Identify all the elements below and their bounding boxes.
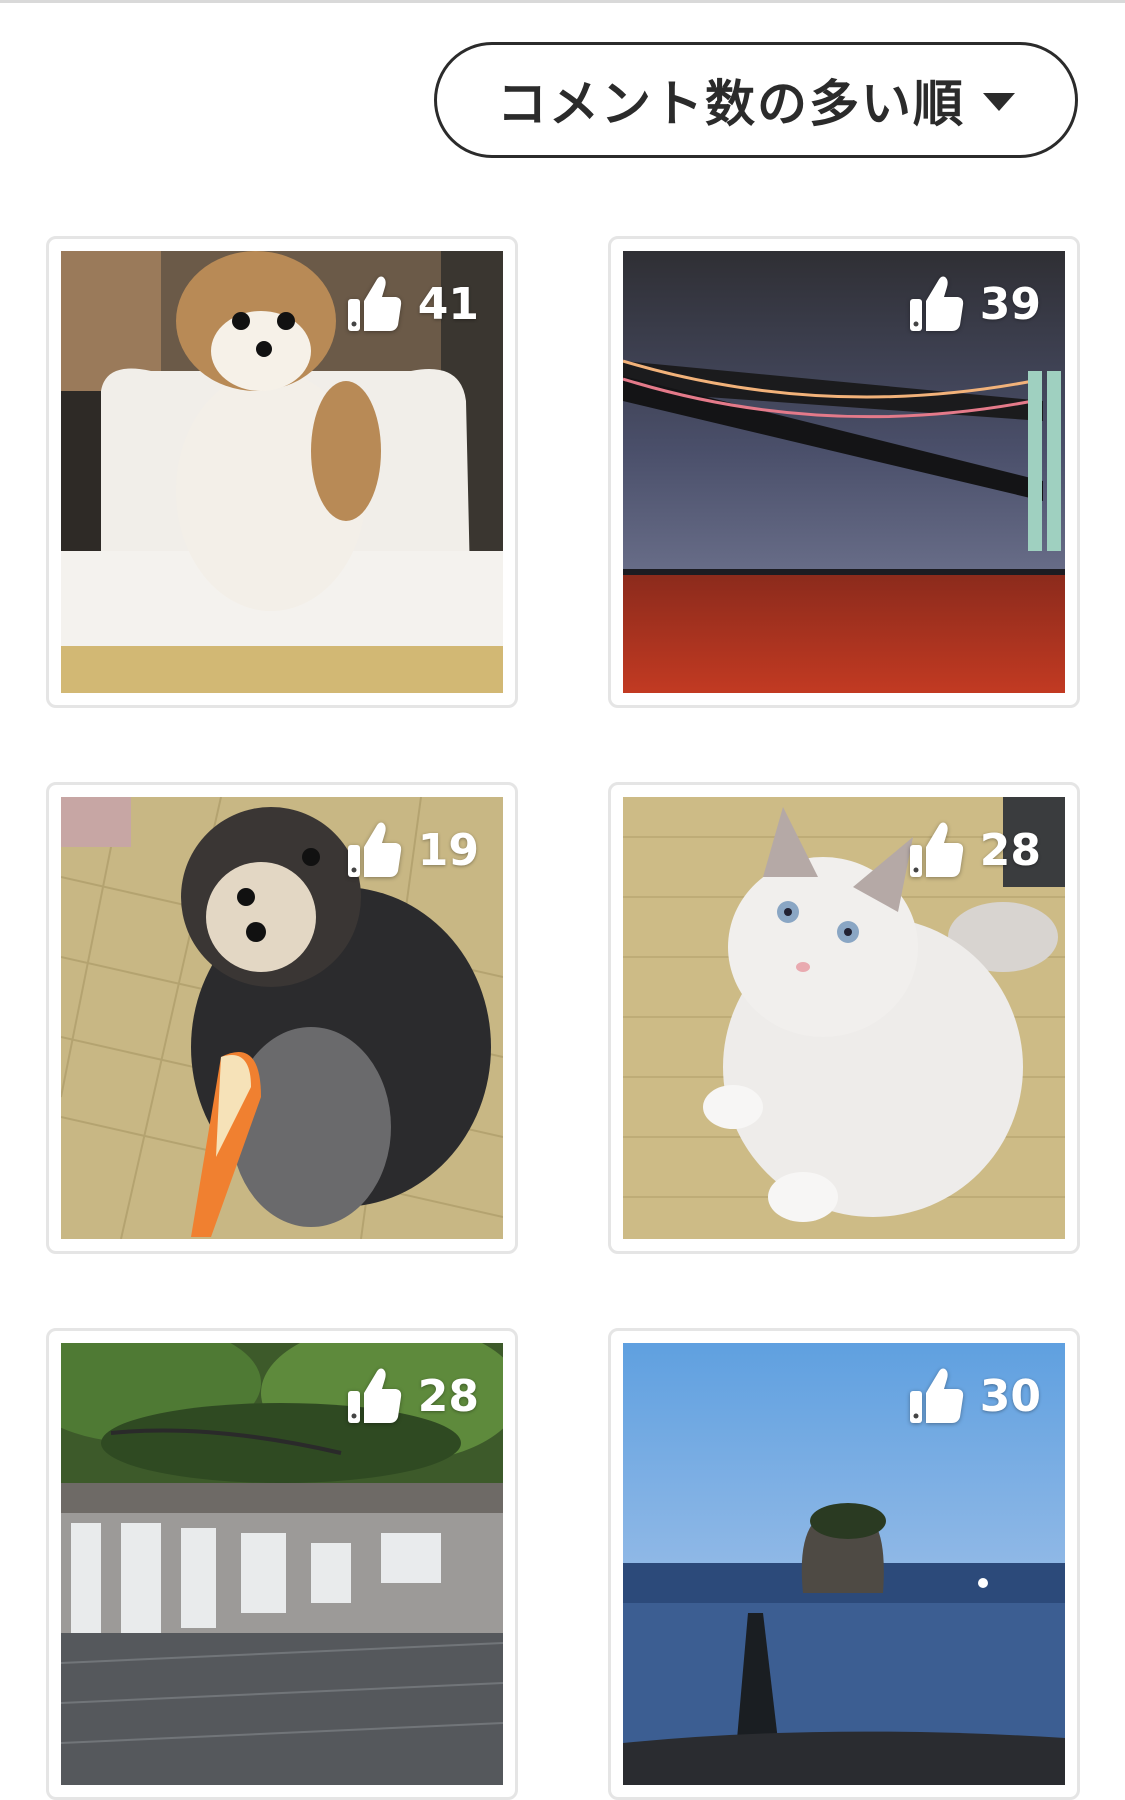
- sort-order-label: コメント数の多い順: [497, 75, 965, 133]
- like-count-badge: 30: [908, 1365, 1041, 1427]
- post-card[interactable]: 28: [46, 1328, 518, 1800]
- like-count-badge: 19: [346, 819, 479, 881]
- thumbs-up-icon: [909, 822, 963, 877]
- like-count-badge: 28: [908, 819, 1041, 881]
- thumbs-up-icon: [347, 822, 401, 877]
- like-count-badge: 39: [908, 273, 1041, 335]
- post-card[interactable]: 19: [46, 782, 518, 1254]
- like-count: 28: [979, 824, 1041, 876]
- like-count-badge: 28: [346, 1365, 479, 1427]
- thumbs-up-icon: [347, 1368, 401, 1423]
- thumbs-up-icon: [909, 276, 963, 331]
- like-count: 28: [417, 1370, 479, 1422]
- post-photo: 19: [61, 797, 503, 1239]
- thumbs-up-icon: [909, 1368, 963, 1423]
- thumbs-up-icon: [347, 276, 401, 331]
- top-divider: [0, 0, 1125, 3]
- post-photo: 28: [623, 797, 1065, 1239]
- like-count: 39: [979, 278, 1041, 330]
- caret-down-icon: [983, 93, 1015, 111]
- sort-order-dropdown[interactable]: コメント数の多い順: [434, 42, 1078, 158]
- post-photo: 28: [61, 1343, 503, 1785]
- post-photo: 39: [623, 251, 1065, 693]
- like-count: 41: [417, 278, 479, 330]
- post-card[interactable]: 28: [608, 782, 1080, 1254]
- post-photo: 41: [61, 251, 503, 693]
- like-count: 30: [979, 1370, 1041, 1422]
- like-count-badge: 41: [346, 273, 479, 335]
- post-card[interactable]: 30: [608, 1328, 1080, 1800]
- post-card[interactable]: 39: [608, 236, 1080, 708]
- like-count: 19: [417, 824, 479, 876]
- post-photo: 30: [623, 1343, 1065, 1785]
- post-card[interactable]: 41: [46, 236, 518, 708]
